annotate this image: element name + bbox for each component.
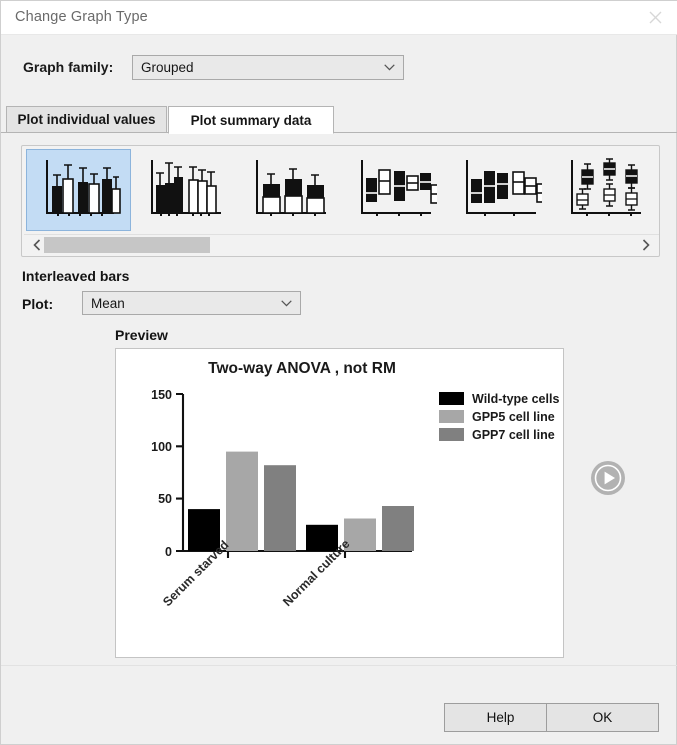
change-graph-type-dialog: Change Graph Type Graph family: Grouped …	[0, 0, 677, 745]
chart-legend: Wild-type cells GPP5 cell line GPP7 cell…	[439, 392, 559, 442]
plot-select[interactable]: Mean	[82, 291, 301, 315]
box-and-whiskers-icon	[570, 158, 641, 216]
bar-gpp7-cell-line	[264, 465, 296, 551]
y-tick-label: 50	[158, 492, 172, 506]
close-button[interactable]	[632, 1, 677, 34]
interleaved-bars-with-error-bars-icon	[45, 160, 121, 216]
tab-plot-summary-data[interactable]: Plot summary data	[168, 106, 334, 134]
help-button-label: Help	[486, 710, 515, 725]
preview-panel: Two-way ANOVA , not RM 150 100 50 0 Seru…	[115, 348, 564, 658]
ok-button[interactable]: OK	[546, 703, 659, 732]
graph-family-select[interactable]: Grouped	[132, 55, 404, 80]
gallery-item-separated-bars-with-error-bars[interactable]	[131, 149, 236, 231]
interleaved-floating-bars-icon	[360, 160, 437, 216]
y-tick-label: 100	[151, 440, 172, 454]
help-button[interactable]: Help	[444, 703, 557, 732]
legend-swatch-gpp5-cell-line	[439, 410, 464, 423]
bar-gpp5-cell-line	[226, 451, 258, 551]
gallery-item-stacked-bars[interactable]	[236, 149, 341, 231]
tab-strip: Plot individual values Plot summary data	[1, 106, 677, 134]
next-preview-button[interactable]	[590, 460, 626, 496]
gallery-scroll-right-button[interactable]	[637, 235, 655, 255]
separated-bars-with-error-bars-icon	[150, 160, 221, 216]
gallery-item-box-and-whiskers[interactable]	[551, 149, 656, 231]
legend-swatch-gpp7-cell-line	[439, 428, 464, 441]
bar-group-serum-starved	[188, 451, 296, 551]
gallery-item-interleaved-floating-bars[interactable]	[341, 149, 446, 231]
footer-separator	[1, 665, 677, 666]
y-tick-labels: 150 100 50 0	[151, 388, 172, 559]
graph-type-list	[26, 149, 657, 234]
gallery-scrollbar[interactable]	[24, 234, 659, 254]
tab-label: Plot summary data	[190, 112, 312, 128]
graph-type-gallery	[21, 145, 660, 257]
chevron-down-icon	[281, 300, 292, 307]
chevron-down-icon	[384, 64, 395, 71]
graph-family-value: Grouped	[141, 60, 194, 75]
y-tick-label: 150	[151, 388, 172, 402]
legend-label: Wild-type cells	[472, 392, 559, 406]
preview-chart: Two-way ANOVA , not RM 150 100 50 0 Seru…	[151, 360, 559, 609]
y-tick-label: 0	[165, 545, 172, 559]
play-circle-icon	[591, 461, 625, 495]
chart-title: Two-way ANOVA , not RM	[208, 360, 396, 377]
y-axis	[176, 392, 185, 553]
separated-floating-bars-icon	[465, 160, 542, 216]
plot-value: Mean	[91, 296, 125, 311]
gallery-item-interleaved-bars-with-error-bars[interactable]	[26, 149, 131, 231]
tab-label: Plot individual values	[17, 112, 156, 127]
graph-family-label: Graph family:	[23, 59, 114, 75]
chevron-right-icon	[642, 239, 650, 251]
title-bar: Change Graph Type	[1, 1, 677, 35]
chevron-left-icon	[33, 239, 41, 251]
gallery-scroll-thumb[interactable]	[44, 237, 210, 253]
close-icon	[649, 11, 661, 24]
gallery-item-separated-floating-bars[interactable]	[446, 149, 551, 231]
legend-label: GPP5 cell line	[472, 410, 555, 424]
bar-group-normal-culture	[306, 506, 414, 551]
dialog-title: Change Graph Type	[15, 9, 148, 25]
legend-swatch-wild-type-cells	[439, 392, 464, 405]
stacked-bars-icon	[255, 160, 326, 216]
tab-plot-individual-values[interactable]: Plot individual values	[6, 106, 167, 133]
ok-button-label: OK	[592, 710, 613, 725]
preview-label: Preview	[115, 327, 168, 343]
legend-label: GPP7 cell line	[472, 428, 555, 442]
plot-label: Plot:	[22, 296, 54, 312]
graph-type-name: Interleaved bars	[22, 268, 130, 284]
gallery-scroll-track[interactable]	[44, 237, 639, 253]
bar-gpp7-cell-line	[382, 506, 414, 551]
